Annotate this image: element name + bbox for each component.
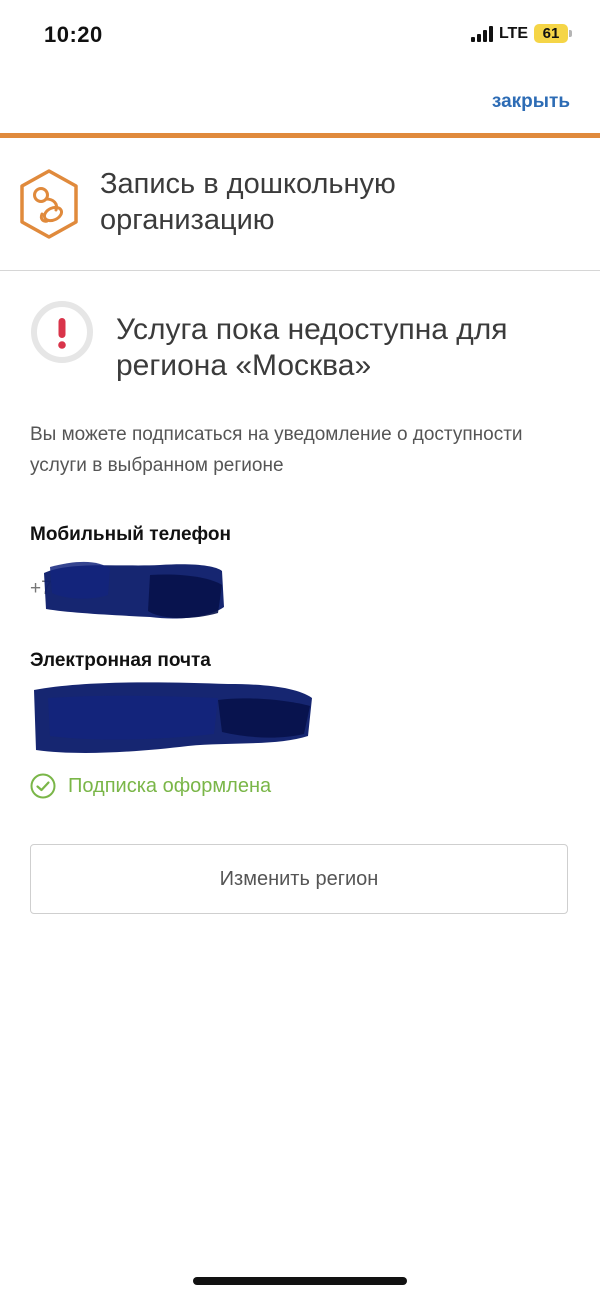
- status-bar: 10:20 LTE 61: [0, 0, 600, 70]
- close-link[interactable]: закрыть: [492, 91, 570, 113]
- cellular-signal-icon: [470, 25, 493, 42]
- status-time: 10:20: [44, 22, 103, 47]
- service-title: Запись в дошкольную организацию: [100, 168, 396, 236]
- status-indicators: LTE 61: [470, 24, 572, 43]
- home-indicator: [193, 1277, 407, 1285]
- network-type: LTE: [498, 24, 528, 42]
- change-region-button[interactable]: Изменить регион: [30, 844, 568, 914]
- check-circle-icon: [30, 773, 56, 799]
- pacifier-hexagon-icon: [20, 169, 78, 239]
- phone-label: Мобильный телефон: [30, 524, 231, 545]
- exclamation-circle-icon: [31, 301, 93, 363]
- subscription-status: Подписка оформлена: [30, 773, 271, 799]
- battery-icon: 61: [534, 24, 572, 43]
- phone-redaction-scribble: [44, 561, 224, 619]
- service-header: Запись в дошкольную организацию: [0, 138, 600, 271]
- email-label: Электронная почта: [30, 650, 211, 671]
- subscription-status-text: Подписка оформлена: [68, 774, 272, 797]
- battery-level: 61: [534, 24, 568, 43]
- alert-title: Услуга пока недоступна для региона «Моск…: [116, 313, 508, 382]
- notice-text: Вы можете подписаться на уведомление о д…: [30, 424, 523, 476]
- email-redaction-scribble: [34, 682, 312, 753]
